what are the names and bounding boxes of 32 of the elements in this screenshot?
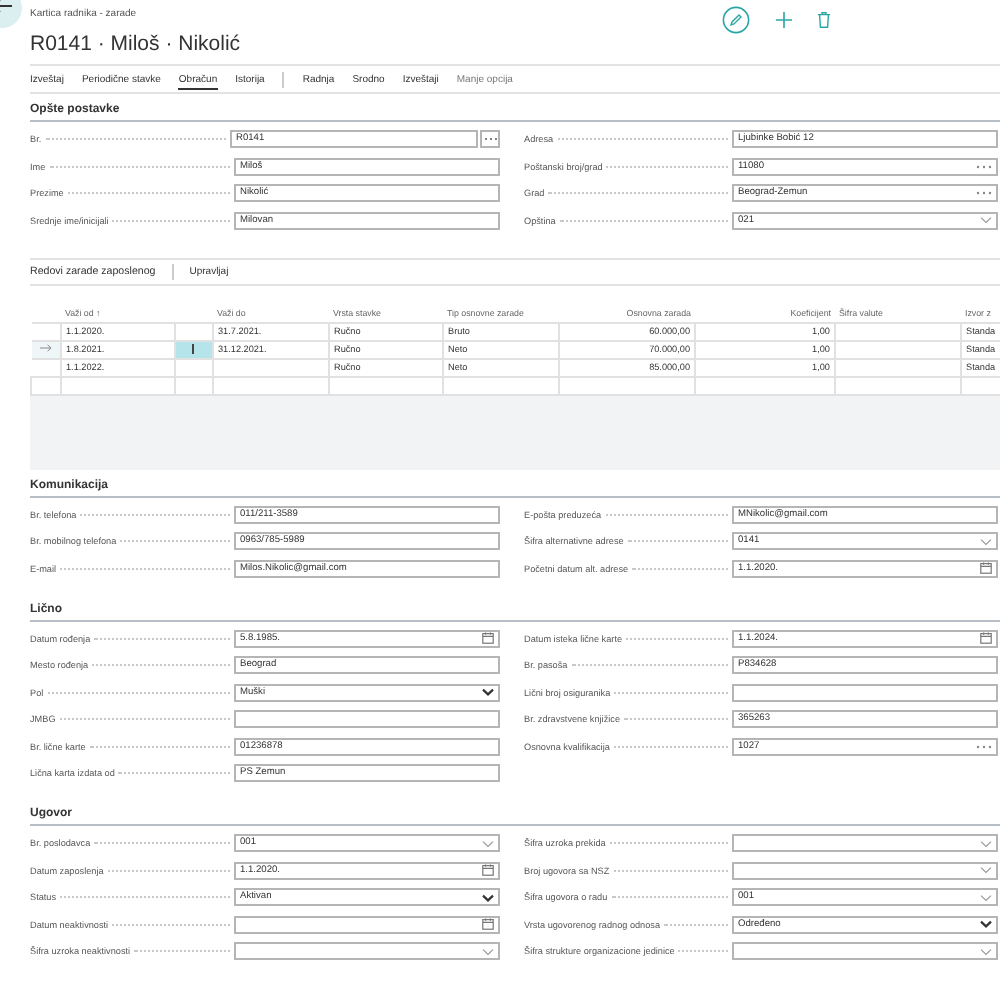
chevron-down-icon: [980, 866, 992, 874]
dropdown-field[interactable]: [732, 834, 998, 852]
dropdown-field[interactable]: [732, 942, 998, 960]
chevron-down-icon: [980, 839, 992, 847]
chevron-down-icon: [980, 537, 992, 545]
chevron-down-icon: [980, 947, 992, 955]
assist-button[interactable]: [480, 130, 500, 148]
chevron-down-icon: [482, 839, 494, 847]
dropdown-field[interactable]: [234, 942, 500, 960]
chevron-down-icon: [980, 893, 992, 901]
chevron-down-icon: [980, 216, 992, 224]
calendar-icon: [482, 918, 494, 930]
calendar-icon: [482, 632, 494, 644]
arrow-right-icon: [39, 344, 52, 352]
calendar-icon: [482, 864, 494, 876]
text-field[interactable]: [732, 683, 998, 701]
ellipsis-icon: [976, 190, 992, 196]
date-field[interactable]: [234, 915, 500, 933]
ellipsis-icon: [976, 743, 992, 749]
chevron-down-icon: [980, 920, 992, 928]
dropdown-field[interactable]: [732, 861, 998, 879]
calendar-icon: [980, 562, 992, 574]
add-icon[interactable]: [776, 12, 792, 28]
page-title: R0141 · Miloš · Nikolić: [30, 32, 241, 56]
calendar-icon: [980, 632, 992, 644]
chevron-down-icon: [482, 688, 494, 696]
chevron-down-icon: [482, 947, 494, 955]
chevron-down-icon: [482, 893, 494, 901]
text-field[interactable]: [234, 710, 500, 728]
delete-icon[interactable]: [818, 12, 830, 28]
edit-icon[interactable]: [722, 6, 750, 34]
ellipsis-icon: [976, 163, 992, 169]
